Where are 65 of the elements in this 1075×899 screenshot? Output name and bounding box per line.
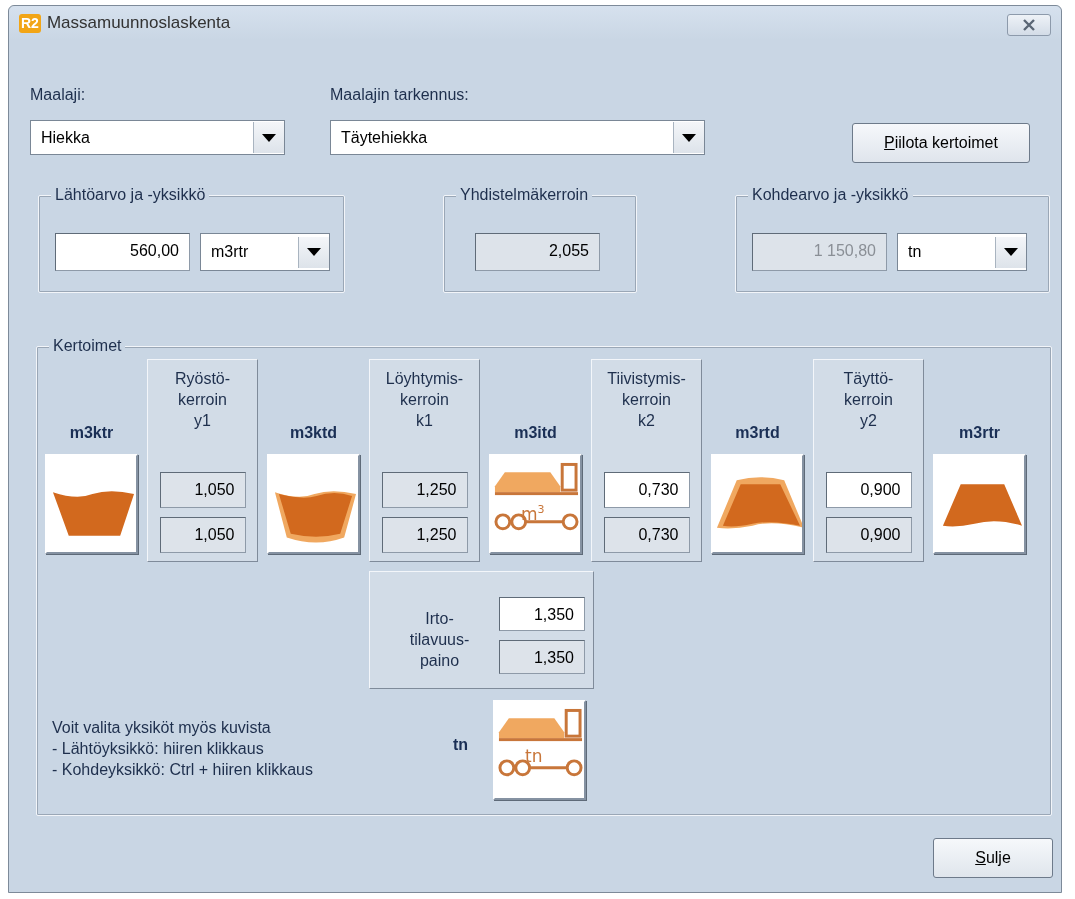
unit-label: m3rtd [735,424,780,442]
factor-label: y2 [859,411,878,431]
group-title: Lähtöarvo ja -yksikkö [51,186,210,204]
app-logo: R2 [19,13,41,33]
factor-label: kerroin [177,390,228,410]
input-field: 1 150,80 [752,233,887,271]
unit-label: m3ktr [69,424,114,442]
pit-icon [274,491,356,543]
hint-text: Voit valita yksiköt myös kuvista [52,717,272,738]
factor-label: kerroin [399,390,450,410]
factor-label: Irto- [424,608,455,629]
unit-button[interactable] [711,454,804,554]
dropdown-arrow-icon [682,133,696,142]
unit-button[interactable] [933,454,1026,554]
unit-label: m3ktd [289,424,338,442]
field-label: Maalajin tarkennus: [330,86,470,104]
unit-label: m3itd [514,424,557,442]
input-field[interactable]: 1,350 [499,596,585,631]
input-field: 1,250 [381,517,468,553]
hint-text: - Lähtöyksikkö: hiiren klikkaus [52,738,265,759]
factor-label: paino [418,650,461,671]
mound-icon [716,477,802,529]
factor-label: Täyttö- [843,369,894,389]
dropdown[interactable]: Täytehiekka [330,120,705,155]
factor-label: k1 [415,411,434,431]
dropdown[interactable]: Hiekka [30,120,285,155]
factor-label: kerroin [843,390,894,410]
unit-button[interactable] [267,454,360,554]
hide-factors-button[interactable]: Piilota kertoimet [852,123,1030,163]
factor-label: y1 [193,411,212,431]
dropdown[interactable]: tn [897,233,1027,271]
input-field: 2,055 [475,233,600,271]
input-field: 1,250 [381,472,468,508]
dropdown-arrow-icon [1004,248,1018,256]
pit-icon [52,491,134,536]
mound-icon [942,484,1022,527]
factor-label: k2 [637,411,656,431]
field-label: Maalaji: [30,86,87,104]
factor-label: kerroin [621,390,672,410]
input-field: 0,900 [825,517,912,553]
unit-label: m3rtr [959,424,1000,442]
unit-button[interactable] [45,454,138,554]
input-field: 0,730 [603,517,690,553]
group-title: Kohdearvo ja -yksikkö [748,186,913,204]
input-field: 1,050 [159,517,246,553]
input-field: 1,350 [499,639,585,674]
factor-label: Ryöstö- [174,369,231,389]
factor-label: Löyhtymis- [385,369,464,389]
dropdown-arrow-icon [262,133,276,142]
input-field[interactable]: 0,900 [825,472,912,508]
input-field[interactable]: 560,00 [55,233,190,271]
close-icon [1022,19,1036,31]
hint-text: - Kohdeyksikkö: Ctrl + hiiren klikkaus [52,759,314,780]
close-dialog-button[interactable]: Sulje [933,838,1053,878]
dropdown-arrow-icon [307,248,321,256]
unit-label: tn [452,736,468,754]
window-title: Massamuunnoslaskenta [46,13,232,33]
input-field[interactable]: 0,730 [603,472,690,508]
truck-icon [498,708,583,777]
input-field: 1,050 [159,472,246,508]
close-button[interactable] [1007,14,1051,36]
factor-label: Tiivistymis- [607,369,686,389]
factor-label: tilavuus- [408,629,471,650]
dropdown[interactable]: m3rtr [200,233,330,271]
truck-icon [494,462,579,531]
